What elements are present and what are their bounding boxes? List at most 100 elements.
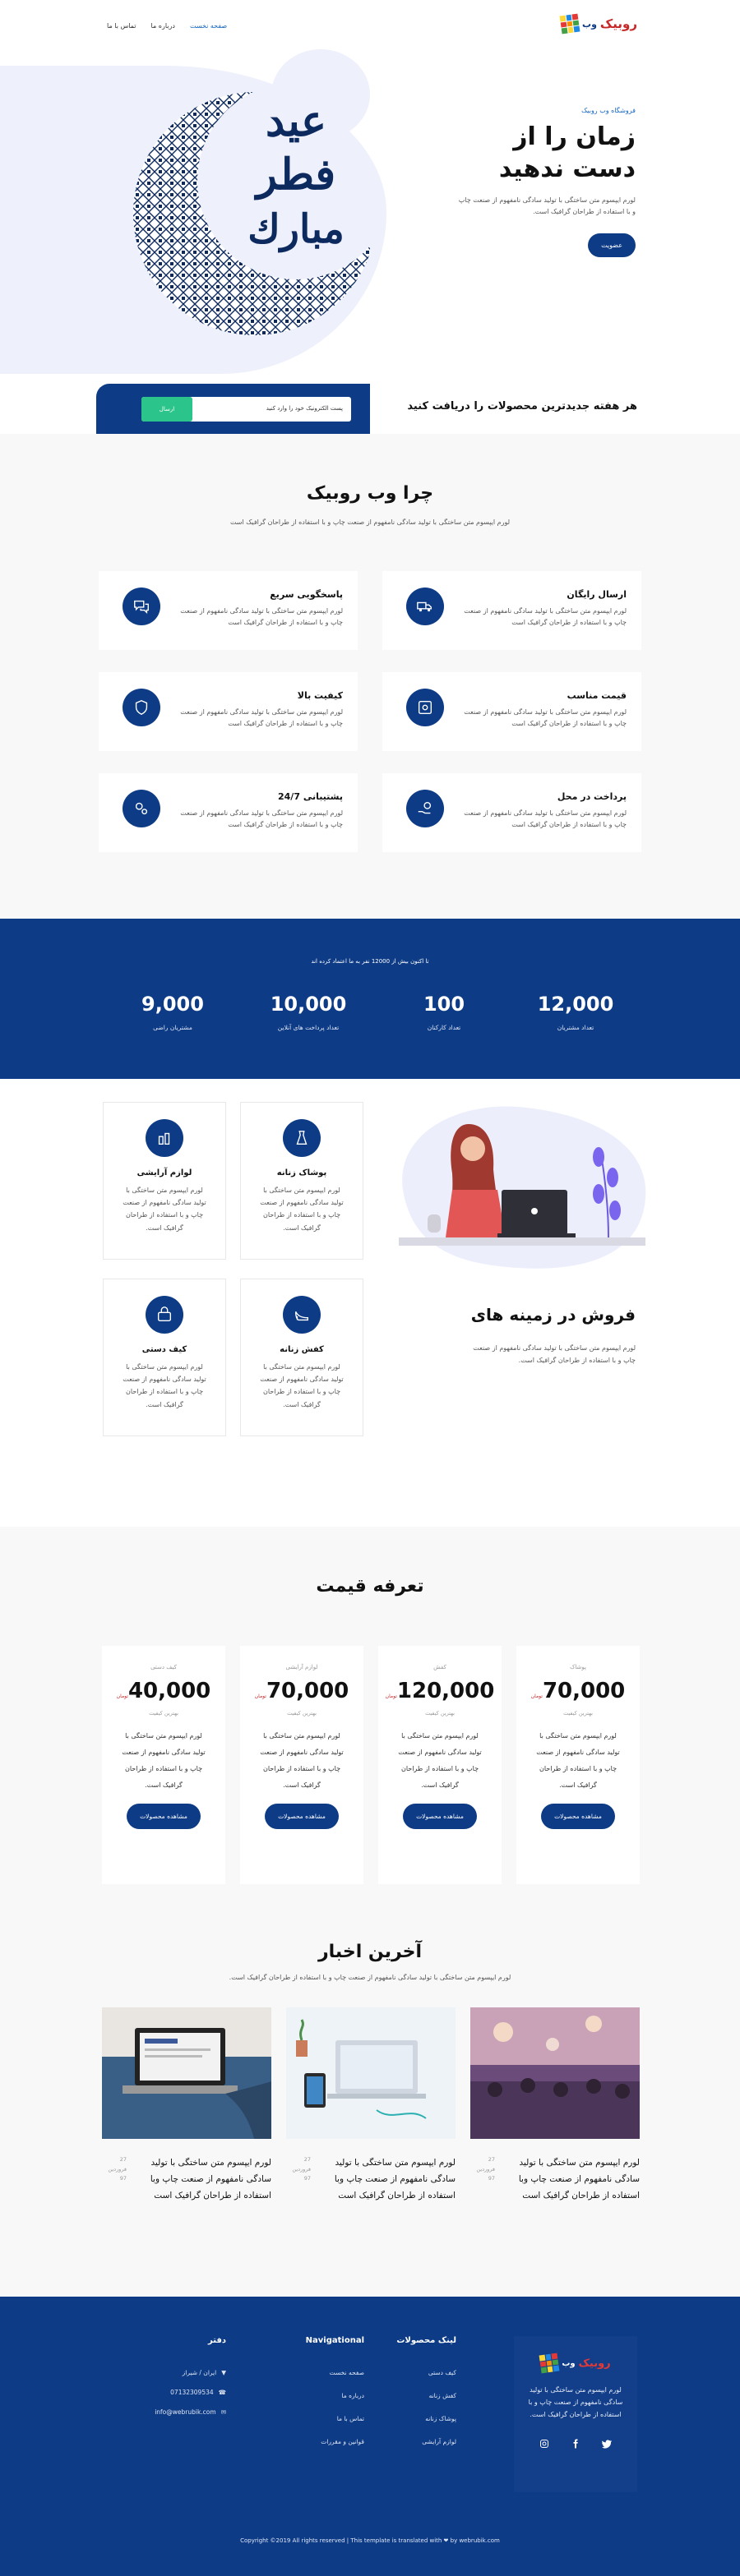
stat-item: 9,000 مشتریان راضی xyxy=(119,993,226,1031)
price-note: بهترین کیفیت xyxy=(287,1710,317,1717)
feature-desc: لورم ایپسوم متن ساختگی با تولید سادگی نا… xyxy=(464,708,627,728)
categories-desc: لورم ایپسوم متن ساختگی با تولید سادگی نا… xyxy=(473,1344,636,1365)
category-card-cosmetics[interactable]: لوازم آرایشی لورم ایپسوم متن ساختگی با ت… xyxy=(103,1102,226,1260)
newsletter-submit-button[interactable]: ارسال xyxy=(141,397,192,422)
stat-label: مشتریان راضی xyxy=(153,1024,192,1031)
category-card-women-shoes[interactable]: کفش زنانه لورم ایپسوم متن ساختگی با تولی… xyxy=(240,1279,363,1436)
footer-address: ▼ایران / شیراز xyxy=(182,2369,226,2376)
news-image-desk xyxy=(286,2007,456,2139)
category-desc: لورم ایپسوم متن ساختگی با تولید سادگی نا… xyxy=(260,1363,344,1408)
news-item-title[interactable]: لورم ایپسوم متن ساختگی با تولید سادگی نا… xyxy=(132,2155,271,2205)
footer-link[interactable]: پوشاک زنانه xyxy=(425,2415,456,2422)
price-amount: 70,000تومان xyxy=(530,1679,626,1703)
footer-link[interactable]: درباره ما xyxy=(341,2392,364,2399)
feature-title: ارسال رایگان xyxy=(567,589,627,600)
news-item-date: 27 فروردین 97 xyxy=(476,2156,495,2182)
footer-link[interactable]: تماس با ما xyxy=(337,2415,364,2422)
price-desc: لورم ایپسوم متن ساختگی با تولید سادگی نا… xyxy=(398,1732,482,1789)
feature-desc: لورم ایپسوم متن ساختگی با تولید سادگی نا… xyxy=(180,809,343,829)
view-products-button[interactable]: مشاهده محصولات xyxy=(403,1804,477,1829)
top-navbar: روبیک وب صفحه نخست درباره ما تماس با ما xyxy=(0,0,740,58)
footer-link[interactable]: صفحه نخست xyxy=(330,2369,364,2376)
footer-email[interactable]: ✉info@webrubik.com xyxy=(155,2408,226,2416)
hero-title: زمان را از دست ندهید xyxy=(498,122,636,183)
category-card-handbag[interactable]: کیف دستی لورم ایپسوم متن ساختگی با تولید… xyxy=(103,1279,226,1436)
categories-title: فروش در زمینه های xyxy=(470,1305,636,1325)
why-section: چرا وب روبیک لورم ایپسوم متن ساختگی با ت… xyxy=(0,434,740,919)
gears-icon xyxy=(123,790,160,827)
price-desc: لورم ایپسوم متن ساختگی با تولید سادگی نا… xyxy=(260,1732,344,1789)
news-meta: لورم ایپسوم متن ساختگی با تولید سادگی نا… xyxy=(102,2155,271,2205)
twitter-icon[interactable] xyxy=(602,2436,613,2452)
feature-desc: لورم ایپسوم متن ساختگی با تولید سادگی نا… xyxy=(180,708,343,728)
category-desc: لورم ایپسوم متن ساختگی با تولید سادگی نا… xyxy=(123,1187,206,1232)
news-card[interactable]: لورم ایپسوم متن ساختگی با تولید سادگی نا… xyxy=(102,2007,271,2205)
news-image-laptop xyxy=(102,2007,271,2139)
view-products-button[interactable]: مشاهده محصولات xyxy=(541,1804,615,1829)
feature-desc: لورم ایپسوم متن ساختگی با تولید سادگی نا… xyxy=(464,809,627,829)
footer-products-title: لینک محصولات xyxy=(396,2336,456,2345)
footer-logo[interactable]: روبیک وب xyxy=(514,2353,637,2374)
news-card[interactable]: لورم ایپسوم متن ساختگی با تولید سادگی نا… xyxy=(470,2007,640,2205)
menu-item-about[interactable]: درباره ما xyxy=(151,22,175,30)
site-logo[interactable]: روبیک وب xyxy=(559,13,637,35)
stat-item: 100 تعداد کارکنان xyxy=(391,993,497,1031)
feature-title: پشتیبانی 24/7 xyxy=(278,791,343,802)
stat-label: تعداد پرداخت های آنلاین xyxy=(277,1024,340,1031)
stat-item: 12,000 تعداد مشتریان xyxy=(522,993,629,1031)
menu-item-home[interactable]: صفحه نخست xyxy=(190,22,227,30)
news-item-title[interactable]: لورم ایپسوم متن ساختگی با تولید سادگی نا… xyxy=(500,2155,640,2205)
woman-laptop-illustration xyxy=(399,1106,646,1269)
category-desc: لورم ایپسوم متن ساختگی با تولید سادگی نا… xyxy=(260,1187,344,1232)
footer-link[interactable]: کیف دستی xyxy=(428,2369,456,2376)
location-icon: ▼ xyxy=(221,2369,226,2376)
stats-section: تا اکنون بیش از 12000 نفر به ما اعتماد ک… xyxy=(0,919,740,1079)
price-card: لوازم آرایشی 70,000تومان بهترین کیفیت لو… xyxy=(240,1646,363,1884)
footer-link[interactable]: لوازم آرایشی xyxy=(422,2438,456,2445)
stat-label: تعداد کارکنان xyxy=(427,1024,461,1031)
footer-logo-text: روبیک xyxy=(578,2357,611,2370)
heel-icon xyxy=(283,1296,321,1334)
price-card: کیف دستی 40,000تومان بهترین کیفیت لورم ا… xyxy=(102,1646,225,1884)
news-item-date: 27 فروردین 97 xyxy=(108,2156,127,2182)
footer-link[interactable]: کفش زنانه xyxy=(429,2392,456,2399)
price-category: لوازم آرایشی xyxy=(285,1664,318,1670)
category-desc: لورم ایپسوم متن ساختگی با تولید سادگی نا… xyxy=(123,1363,206,1408)
footer-phone[interactable]: ☎07132309534 xyxy=(170,2389,226,2396)
join-button[interactable]: عضویت xyxy=(588,233,636,257)
news-item-title[interactable]: لورم ایپسوم متن ساختگی با تولید سادگی نا… xyxy=(316,2155,456,2205)
price-card: پوشاک 70,000تومان بهترین کیفیت لورم ایپس… xyxy=(516,1646,640,1884)
eid-art-text-2: فطر xyxy=(254,150,335,200)
price-amount: 70,000تومان xyxy=(254,1679,349,1703)
logo-sub: وب xyxy=(582,18,597,30)
feature-title: پرداخت در محل xyxy=(557,791,627,802)
instagram-icon[interactable] xyxy=(539,2436,549,2452)
hero-content: فروشگاه وب روبیک زمان را از دست ندهید لو… xyxy=(455,107,636,257)
eid-crescent-illustration: عید فطر مبارك xyxy=(132,74,370,345)
main-menu: صفحه نخست درباره ما تماس با ما xyxy=(107,22,227,30)
facebook-icon[interactable] xyxy=(571,2436,580,2452)
logo-text: روبیک xyxy=(599,16,637,31)
chat-icon xyxy=(123,588,160,625)
category-card-women-clothing[interactable]: پوشاک زنانه لورم ایپسوم متن ساختگی با تو… xyxy=(240,1102,363,1260)
news-card[interactable]: لورم ایپسوم متن ساختگی با تولید سادگی نا… xyxy=(286,2007,456,2205)
category-title: پوشاک زنانه xyxy=(276,1168,327,1177)
price-desc: لورم ایپسوم متن ساختگی با تولید سادگی نا… xyxy=(122,1732,206,1789)
newsletter-email-input[interactable]: پست الکترونیک خود را وارد کنید ارسال xyxy=(141,397,351,422)
dress-icon xyxy=(283,1119,321,1157)
price-amount: 120,000تومان xyxy=(385,1679,495,1703)
news-meta: لورم ایپسوم متن ساختگی با تولید سادگی نا… xyxy=(470,2155,640,2205)
hero-description: لورم ایپسوم متن ساختگی با تولید سادگی نا… xyxy=(458,196,636,216)
news-image-event xyxy=(470,2007,640,2139)
footer-link[interactable]: قوانین و مقررات xyxy=(321,2438,364,2445)
menu-item-contact[interactable]: تماس با ما xyxy=(107,22,136,30)
features-grid: ارسال رایگان لورم ایپسوم متن ساختگی با ت… xyxy=(99,571,641,852)
footer-office-title: دفتر xyxy=(208,2336,226,2345)
view-products-button[interactable]: مشاهده محصولات xyxy=(127,1804,201,1829)
view-products-button[interactable]: مشاهده محصولات xyxy=(265,1804,339,1829)
feature-card: پاسخگویی سریع لورم ایپسوم متن ساختگی با … xyxy=(99,571,358,650)
stat-number: 10,000 xyxy=(270,993,347,1016)
feature-title: کیفیت بالا xyxy=(297,690,343,701)
shield-icon xyxy=(123,689,160,726)
news-item-date: 27 فروردین 97 xyxy=(292,2156,311,2182)
